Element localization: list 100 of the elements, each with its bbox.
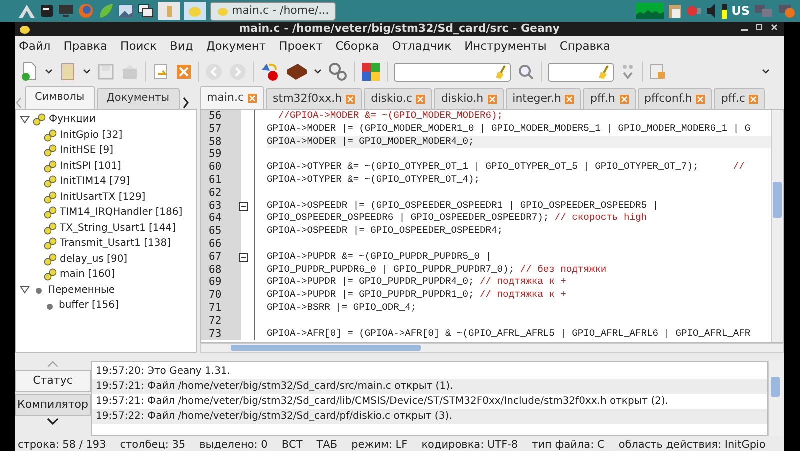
file-tab[interactable]: diskio.c — [364, 88, 432, 109]
leaf-icon[interactable] — [98, 3, 114, 19]
expanded-triangle-icon[interactable] — [20, 285, 30, 296]
tree-item[interactable]: Переменные — [48, 282, 115, 298]
menu-item[interactable]: Вид — [170, 38, 194, 56]
code-line: GPIOA->OTYPER &= ~(GPIO_OTYPER_OT_1 | GPIO_OTYPER_OT_5 | GPIO_OTYPER_OT_7); // — [267, 161, 745, 172]
scrollbar-thumb[interactable] — [231, 345, 421, 351]
brick-icon[interactable] — [286, 62, 308, 82]
close-tab-icon[interactable] — [749, 94, 758, 104]
scroll-down-icon[interactable] — [47, 418, 59, 425]
new-file-icon[interactable] — [21, 62, 39, 82]
file-tab[interactable]: integer.h — [506, 88, 582, 109]
tree-item[interactable]: TIM14_IRQHandler [186] — [60, 205, 183, 220]
scroll-up-icon[interactable] — [47, 361, 59, 368]
taskbar-window-button[interactable]: main.c - /home/... — [210, 2, 336, 20]
overflow-caret-icon[interactable] — [762, 69, 770, 75]
close-tab-icon[interactable] — [488, 94, 497, 104]
tree-item[interactable]: delay_us [90] — [60, 252, 128, 267]
fold-marker-icon[interactable] — [239, 202, 248, 212]
caret-icon[interactable] — [314, 69, 322, 75]
close-icon[interactable] — [771, 22, 778, 32]
close-tab-icon[interactable] — [346, 94, 356, 104]
caret-icon[interactable] — [45, 69, 53, 75]
fold-marker-icon[interactable] — [239, 253, 248, 262]
tree-item[interactable]: buffer [156] — [59, 298, 119, 314]
message-tab[interactable]: Компилятор — [15, 394, 91, 416]
expanded-triangle-icon[interactable] — [20, 114, 30, 125]
search-field[interactable] — [394, 62, 511, 82]
menu-item[interactable]: Файл — [19, 38, 51, 56]
close-tab-icon[interactable] — [696, 94, 706, 104]
message-tab[interactable]: Статус — [15, 370, 91, 392]
clipboard-icon[interactable] — [668, 3, 682, 19]
menu-item[interactable]: Инструменты — [464, 38, 547, 56]
status-text: область действия: InitGpio — [618, 438, 766, 451]
file-tab[interactable]: pff.h — [583, 88, 636, 109]
sidebar-tab[interactable]: Символы — [25, 86, 95, 109]
forward-icon[interactable] — [229, 63, 247, 81]
back-icon[interactable] — [205, 63, 223, 81]
save-all-icon[interactable] — [121, 63, 139, 81]
tree-item[interactable]: Transmit_Usart1 [138] — [60, 236, 171, 252]
menu-item[interactable]: Справка — [560, 38, 611, 56]
menu-item[interactable]: Правка — [64, 38, 108, 56]
tree-item[interactable]: TX_String_Usart1 [144] — [60, 220, 176, 236]
preferences-icon[interactable] — [649, 63, 667, 81]
close-tab-icon[interactable] — [416, 94, 426, 104]
terminal-icon[interactable] — [40, 4, 54, 18]
line-number: 70 — [201, 289, 241, 302]
code-line: GPIOA->PUPDR |= GPIO_PUPDR_PUPDR1_0; // подтяжка к + — [267, 289, 566, 300]
tree-item[interactable]: InitUsartTX [129] — [60, 190, 146, 205]
keyboard-layout-indicator[interactable]: US — [732, 2, 750, 20]
menu-item[interactable]: Документ — [206, 38, 266, 56]
compile-icon[interactable] — [260, 62, 280, 82]
volume-icon[interactable] — [706, 3, 728, 19]
tab-label: diskio.h — [441, 90, 484, 107]
tab-label: pff.h — [590, 90, 616, 107]
open-file-icon[interactable] — [59, 62, 77, 82]
menu-item[interactable]: Отладчик — [392, 38, 452, 56]
goto-line-field[interactable] — [548, 62, 614, 82]
search-icon[interactable] — [517, 63, 535, 81]
scrollbar-thumb[interactable] — [773, 182, 782, 218]
menu-item[interactable]: Проект — [279, 38, 323, 56]
save-icon[interactable] — [97, 63, 115, 81]
close-tab-icon[interactable] — [620, 94, 629, 104]
tree-item[interactable]: main [160] — [60, 267, 116, 282]
tree-item[interactable]: InitHSE [9] — [60, 143, 114, 158]
file-tab[interactable]: pff.c — [714, 88, 766, 109]
tab-label: pffconf.h — [644, 90, 692, 107]
close-file-icon[interactable] — [176, 64, 192, 80]
gears-icon[interactable] — [328, 62, 348, 82]
windows-icon[interactable] — [138, 4, 154, 18]
function-icon — [44, 252, 57, 266]
file-tab[interactable]: diskio.h — [434, 88, 504, 109]
jump-icon[interactable] — [620, 63, 636, 81]
file-tab[interactable]: main.c — [200, 86, 264, 109]
horizontal-scrollbar[interactable] — [200, 343, 784, 353]
color-chooser-icon[interactable] — [361, 62, 381, 82]
sidebar-tab[interactable]: Документы — [96, 88, 180, 109]
menu-item[interactable]: Поиск — [120, 38, 157, 56]
close-tab-icon[interactable] — [248, 94, 258, 102]
file-tab[interactable]: stm32f0xx.h — [266, 88, 362, 109]
file-tab[interactable]: pffconf.h — [638, 88, 712, 109]
close-tab-icon[interactable] — [565, 94, 574, 104]
picture-icon[interactable] — [118, 4, 134, 18]
reload-icon[interactable] — [152, 63, 170, 81]
menu-item[interactable]: Сборка — [336, 38, 380, 56]
function-icon — [44, 222, 57, 235]
browser-icon[interactable] — [78, 3, 94, 19]
function-icon — [44, 237, 57, 250]
maximize-icon[interactable] — [756, 22, 763, 32]
scroll-left-icon[interactable] — [15, 97, 23, 109]
tree-item[interactable]: Функции — [49, 112, 96, 128]
scroll-right-icon[interactable] — [182, 97, 190, 109]
tree-item[interactable]: InitTIM14 [79] — [60, 174, 130, 190]
tree-item[interactable]: InitGpio [32] — [60, 128, 123, 143]
scrollbar-thumb[interactable] — [771, 377, 780, 397]
caret-icon[interactable] — [83, 69, 91, 75]
tree-item[interactable]: InitSPI [101] — [60, 158, 122, 174]
code-line: GPIOA->AFR[0] = (GPIOA->AFR[0] & ~(GPIO_AFRL_AFRL5 | GPIO_AFRL_AFRL6 | GPIO_AFRL_AFR — [267, 328, 751, 339]
line-number: 62 — [201, 186, 241, 200]
record-icon[interactable] — [686, 4, 702, 18]
